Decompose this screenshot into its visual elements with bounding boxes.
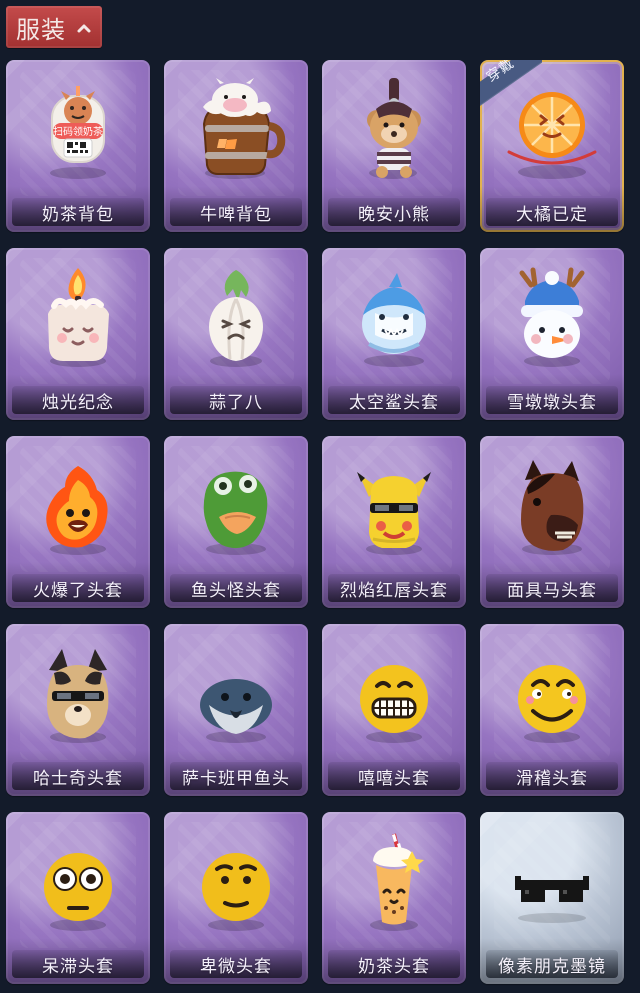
item-name-bar: 奶茶背包 xyxy=(12,198,144,226)
item-name-bar: 嘻嘻头套 xyxy=(328,762,460,790)
item-name-bar: 蒜了八 xyxy=(170,386,302,414)
snowman-icon xyxy=(497,266,607,370)
item-card-sakabambaspis[interactable]: 萨卡班甲鱼头 xyxy=(164,624,308,796)
fish-head-icon xyxy=(181,454,291,558)
item-card-flame-face[interactable]: 火爆了头套 xyxy=(6,436,150,608)
item-name-bar: 萨卡班甲鱼头 xyxy=(170,762,302,790)
item-label: 火爆了头套 xyxy=(33,580,123,601)
item-card-grin-emoji[interactable]: 嘻嘻头套 xyxy=(322,624,466,796)
item-card-yellow-monster[interactable]: 烈焰红唇头套 xyxy=(322,436,466,608)
item-label: 大橘已定 xyxy=(516,204,588,225)
horse-mask-icon xyxy=(497,454,607,558)
item-card-husky-mask[interactable]: 哈士奇头套 xyxy=(6,624,150,796)
husky-mask-icon xyxy=(23,642,133,746)
item-card-candle[interactable]: 烛光纪念 xyxy=(6,248,150,420)
item-name-bar: 面具马头套 xyxy=(486,574,618,602)
item-label: 蒜了八 xyxy=(209,392,263,413)
milk-tea-overlay-text: 扫码领奶茶 xyxy=(53,125,103,138)
item-label: 呆滞头套 xyxy=(42,956,114,977)
milk-tea-backpack-icon: 扫码领奶茶 xyxy=(23,78,133,182)
item-name-bar: 太空鲨头套 xyxy=(328,386,460,414)
item-label: 奶茶头套 xyxy=(358,956,430,977)
item-card-garlic[interactable]: 蒜了八 xyxy=(164,248,308,420)
item-card-cow-beer-backpack[interactable]: 牛啤背包 xyxy=(164,60,308,232)
item-card-milk-tea-head[interactable]: 奶茶头套 xyxy=(322,812,466,984)
outfit-grid: 扫码领奶茶 奶茶背包 牛啤背包 晚安小熊 穿戴 大橘已定 烛光纪念 蒜了八 太空… xyxy=(0,52,640,993)
item-card-smirk-emoji[interactable]: 滑稽头套 xyxy=(480,624,624,796)
flame-face-icon xyxy=(23,454,133,558)
item-label: 嘻嘻头套 xyxy=(358,768,430,789)
item-label: 萨卡班甲鱼头 xyxy=(182,768,290,789)
item-label: 雪墩墩头套 xyxy=(507,392,597,413)
item-card-stare-emoji[interactable]: 呆滞头套 xyxy=(6,812,150,984)
pixel-sunglasses-icon xyxy=(497,830,607,934)
item-card-shark-helmet[interactable]: 太空鲨头套 xyxy=(322,248,466,420)
item-name-bar: 卑微头套 xyxy=(170,950,302,978)
grin-emoji-icon xyxy=(339,642,449,746)
item-name-bar: 滑稽头套 xyxy=(486,762,618,790)
item-label: 哈士奇头套 xyxy=(33,768,123,789)
item-label: 面具马头套 xyxy=(507,580,597,601)
shark-helmet-icon xyxy=(339,266,449,370)
category-label: 服装 xyxy=(16,15,66,44)
chevron-up-icon xyxy=(77,24,91,33)
equipped-badge: 穿戴 xyxy=(480,60,542,108)
yellow-monster-icon xyxy=(339,454,449,558)
item-label: 太空鲨头套 xyxy=(349,392,439,413)
item-label: 滑稽头套 xyxy=(516,768,588,789)
candle-icon xyxy=(23,266,133,370)
item-card-snowman[interactable]: 雪墩墩头套 xyxy=(480,248,624,420)
item-label: 卑微头套 xyxy=(200,956,272,977)
item-name-bar: 哈士奇头套 xyxy=(12,762,144,790)
smirk-emoji-icon xyxy=(497,642,607,746)
category-header: 服装 xyxy=(0,0,640,52)
milk-tea-head-icon xyxy=(339,830,449,934)
item-name-bar: 呆滞头套 xyxy=(12,950,144,978)
sakabambaspis-icon xyxy=(181,642,291,746)
item-name-bar: 烛光纪念 xyxy=(12,386,144,414)
item-label: 鱼头怪头套 xyxy=(191,580,281,601)
item-card-shy-emoji[interactable]: 卑微头套 xyxy=(164,812,308,984)
item-card-milk-tea-backpack[interactable]: 扫码领奶茶 奶茶背包 xyxy=(6,60,150,232)
item-label: 烛光纪念 xyxy=(42,392,114,413)
item-label: 晚安小熊 xyxy=(358,204,430,225)
item-card-fish-head[interactable]: 鱼头怪头套 xyxy=(164,436,308,608)
item-name-bar: 烈焰红唇头套 xyxy=(328,574,460,602)
item-name-bar: 火爆了头套 xyxy=(12,574,144,602)
item-label: 奶茶背包 xyxy=(42,204,114,225)
bear-keychain-icon xyxy=(339,78,449,182)
item-name-bar: 像素朋克墨镜 xyxy=(486,950,618,978)
shy-emoji-icon xyxy=(181,830,291,934)
item-card-bear-keychain[interactable]: 晚安小熊 xyxy=(322,60,466,232)
item-name-bar: 雪墩墩头套 xyxy=(486,386,618,414)
garlic-icon xyxy=(181,266,291,370)
item-name-bar: 晚安小熊 xyxy=(328,198,460,226)
item-name-bar: 大橘已定 xyxy=(486,198,618,226)
item-name-bar: 奶茶头套 xyxy=(328,950,460,978)
category-toggle-button[interactable]: 服装 xyxy=(6,6,102,48)
item-label: 像素朋克墨镜 xyxy=(498,956,606,977)
cow-beer-backpack-icon xyxy=(181,78,291,182)
item-label: 烈焰红唇头套 xyxy=(340,580,448,601)
stare-emoji-icon xyxy=(23,830,133,934)
item-name-bar: 鱼头怪头套 xyxy=(170,574,302,602)
item-card-pixel-sunglasses[interactable]: 像素朋克墨镜 xyxy=(480,812,624,984)
item-card-horse-mask[interactable]: 面具马头套 xyxy=(480,436,624,608)
item-label: 牛啤背包 xyxy=(200,204,272,225)
equipped-badge-label: 穿戴 xyxy=(483,60,518,86)
item-card-orange-slice[interactable]: 穿戴 大橘已定 xyxy=(480,60,624,232)
item-name-bar: 牛啤背包 xyxy=(170,198,302,226)
